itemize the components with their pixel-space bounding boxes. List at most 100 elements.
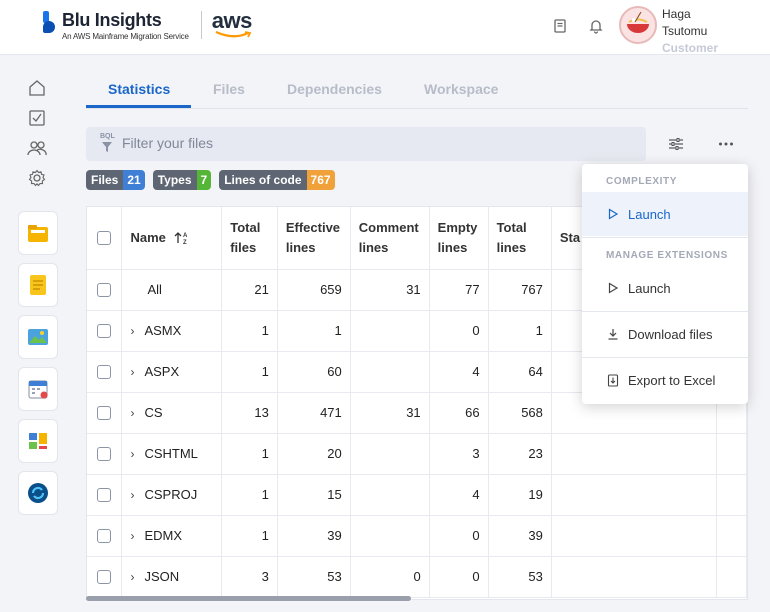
- total-lines-cell: 39: [488, 515, 552, 557]
- user-menu[interactable]: Haga Tsutomu Customer: [619, 6, 718, 57]
- bql-label: BQL: [100, 133, 115, 140]
- options-dropdown-menu: COMPLEXITY Launch MANAGE EXTENSIONS Laun…: [582, 164, 748, 404]
- status-cell: [551, 515, 718, 557]
- empty-lines-header[interactable]: Empty lines: [429, 207, 489, 270]
- total-lines-cell: 53: [488, 556, 552, 598]
- tab-workspace[interactable]: Workspace: [424, 81, 498, 97]
- export-excel-item[interactable]: Export to Excel: [582, 358, 748, 402]
- effective-lines-cell: 1: [277, 310, 351, 352]
- sync-app-icon[interactable]: [18, 471, 58, 515]
- book-icon[interactable]: [551, 17, 569, 35]
- table-row[interactable]: › JSON 3 53 0 0 53: [87, 556, 747, 598]
- table-row[interactable]: › CSHTML 1 20 3 23: [87, 433, 747, 475]
- more-options-icon[interactable]: [717, 135, 735, 153]
- row-checkbox[interactable]: [97, 488, 111, 503]
- menu-divider: [582, 237, 748, 238]
- total-files-cell: 1: [221, 351, 278, 393]
- dashboard-app-icon[interactable]: [18, 419, 58, 463]
- complexity-launch-item[interactable]: Launch: [582, 192, 748, 236]
- row-select-cell: [87, 556, 123, 598]
- comment-lines-header[interactable]: Comment lines: [350, 207, 430, 270]
- empty-lines-cell: 0: [429, 515, 489, 557]
- expand-chevron-icon[interactable]: ›: [130, 447, 138, 461]
- extra-cell: [716, 556, 747, 598]
- empty-lines-cell: 77: [429, 269, 489, 311]
- extensions-launch-item[interactable]: Launch: [582, 266, 748, 310]
- effective-lines-header[interactable]: Effective lines: [277, 207, 351, 270]
- file-type-name: ASMX: [144, 323, 182, 338]
- complexity-section-label: COMPLEXITY: [606, 176, 678, 187]
- effective-lines-cell: 60: [277, 351, 351, 393]
- filter-bar[interactable]: BQL: [86, 127, 646, 161]
- comment-lines-cell: 31: [350, 269, 430, 311]
- sort-az-icon[interactable]: AZ: [174, 231, 190, 246]
- row-checkbox[interactable]: [97, 365, 111, 380]
- total-lines-cell: 568: [488, 392, 552, 434]
- export-file-icon: [606, 373, 620, 387]
- expand-chevron-icon[interactable]: ›: [130, 365, 138, 379]
- filter-input[interactable]: [122, 135, 622, 151]
- effective-lines-cell: 659: [277, 269, 351, 311]
- expand-chevron-icon[interactable]: ›: [130, 324, 138, 338]
- horizontal-scrollbar[interactable]: [86, 596, 411, 601]
- filter-funnel-icon: [102, 142, 112, 152]
- total-lines-cell: 23: [488, 433, 552, 475]
- tab-dependencies[interactable]: Dependencies: [287, 81, 382, 97]
- expand-chevron-icon[interactable]: ›: [130, 570, 138, 584]
- notes-app-icon[interactable]: [18, 263, 58, 307]
- svg-text:Z: Z: [183, 240, 187, 245]
- row-checkbox[interactable]: [97, 406, 111, 421]
- total-files-header[interactable]: Total files: [221, 207, 278, 270]
- row-checkbox[interactable]: [97, 529, 111, 544]
- settings-icon[interactable]: [27, 168, 47, 188]
- play-icon: [606, 281, 620, 295]
- tab-files[interactable]: Files: [213, 81, 245, 97]
- table-row[interactable]: › EDMX 1 39 0 39: [87, 515, 747, 557]
- user-first-name: Haga: [662, 7, 691, 21]
- select-all-checkbox[interactable]: [97, 231, 111, 246]
- aws-smile-icon: [215, 31, 252, 38]
- empty-lines-cell: 66: [429, 392, 489, 434]
- name-cell: › CSPROJ: [121, 474, 223, 516]
- total-lines-header[interactable]: Total lines: [488, 207, 552, 270]
- comment-lines-cell: [350, 515, 430, 557]
- effective-lines-cell: 39: [277, 515, 351, 557]
- bell-icon[interactable]: [587, 17, 605, 35]
- row-select-cell: [87, 310, 123, 352]
- tab-statistics[interactable]: Statistics: [108, 81, 170, 97]
- home-icon[interactable]: [27, 78, 47, 98]
- effective-lines-cell: 15: [277, 474, 351, 516]
- row-checkbox[interactable]: [97, 324, 111, 339]
- empty-lines-cell: 0: [429, 310, 489, 352]
- comment-lines-cell: [350, 474, 430, 516]
- row-select-cell: [87, 269, 123, 311]
- folder-app-icon[interactable]: [18, 211, 58, 255]
- effective-lines-cell: 20: [277, 433, 351, 475]
- expand-chevron-icon[interactable]: ›: [130, 529, 138, 543]
- name-cell: All: [121, 269, 223, 311]
- expand-chevron-icon[interactable]: ›: [130, 488, 138, 502]
- total-lines-cell: 1: [488, 310, 552, 352]
- expand-chevron-icon[interactable]: ›: [130, 406, 138, 420]
- file-type-name: CSPROJ: [144, 487, 198, 502]
- total-files-cell: 3: [221, 556, 278, 598]
- tasks-icon[interactable]: [27, 108, 47, 128]
- total-lines-cell: 19: [488, 474, 552, 516]
- types-badge: Types 7: [152, 170, 212, 190]
- row-checkbox[interactable]: [97, 570, 111, 585]
- brand-logo[interactable]: Blu Insights An AWS Mainframe Migration …: [42, 9, 252, 41]
- row-checkbox[interactable]: [97, 283, 111, 298]
- users-icon[interactable]: [27, 138, 47, 158]
- name-column-header[interactable]: Name AZ: [121, 207, 223, 270]
- name-cell: › ASMX: [121, 310, 223, 352]
- table-row[interactable]: › CSPROJ 1 15 4 19: [87, 474, 747, 516]
- comment-lines-cell: 0: [350, 556, 430, 598]
- logo-separator: [200, 11, 202, 39]
- calendar-app-icon[interactable]: [18, 367, 58, 411]
- sliders-icon[interactable]: [667, 135, 685, 153]
- empty-lines-cell: 0: [429, 556, 489, 598]
- image-app-icon[interactable]: [18, 315, 58, 359]
- name-cell: › ASPX: [121, 351, 223, 393]
- row-checkbox[interactable]: [97, 447, 111, 462]
- download-files-item[interactable]: Download files: [582, 312, 748, 356]
